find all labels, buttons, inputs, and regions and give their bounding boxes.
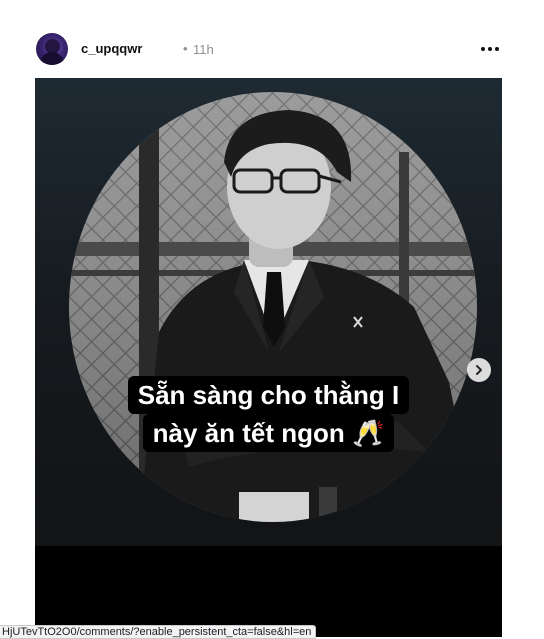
- chevron-right-icon: [476, 365, 482, 375]
- caption-line: Sẵn sàng cho thằng I: [127, 376, 410, 414]
- username-link[interactable]: c_upqqwr: [81, 41, 142, 56]
- media-photo: Sẵn sàng cho thằng I này ăn tết ngon 🥂: [35, 78, 502, 546]
- more-horizontal-icon-dot: [488, 47, 492, 51]
- caption-line: này ăn tết ngon 🥂: [142, 414, 395, 452]
- post-header: c_upqqwr • 11h: [36, 33, 502, 65]
- avatar[interactable]: [36, 33, 68, 65]
- media-caption: Sẵn sàng cho thằng I này ăn tết ngon 🥂: [35, 376, 502, 452]
- post-media[interactable]: Sẵn sàng cho thằng I này ăn tết ngon 🥂: [35, 78, 502, 637]
- media-letterbox: [35, 546, 502, 637]
- profile-portrait-image: [69, 92, 477, 522]
- carousel-next-button[interactable]: [467, 358, 491, 382]
- more-options-button[interactable]: [476, 37, 504, 61]
- more-horizontal-icon: [481, 47, 485, 51]
- more-horizontal-icon-dot: [495, 47, 499, 51]
- avatar-body-shape: [40, 52, 64, 65]
- post-timestamp[interactable]: 11h: [193, 42, 214, 57]
- separator-dot: •: [183, 41, 188, 56]
